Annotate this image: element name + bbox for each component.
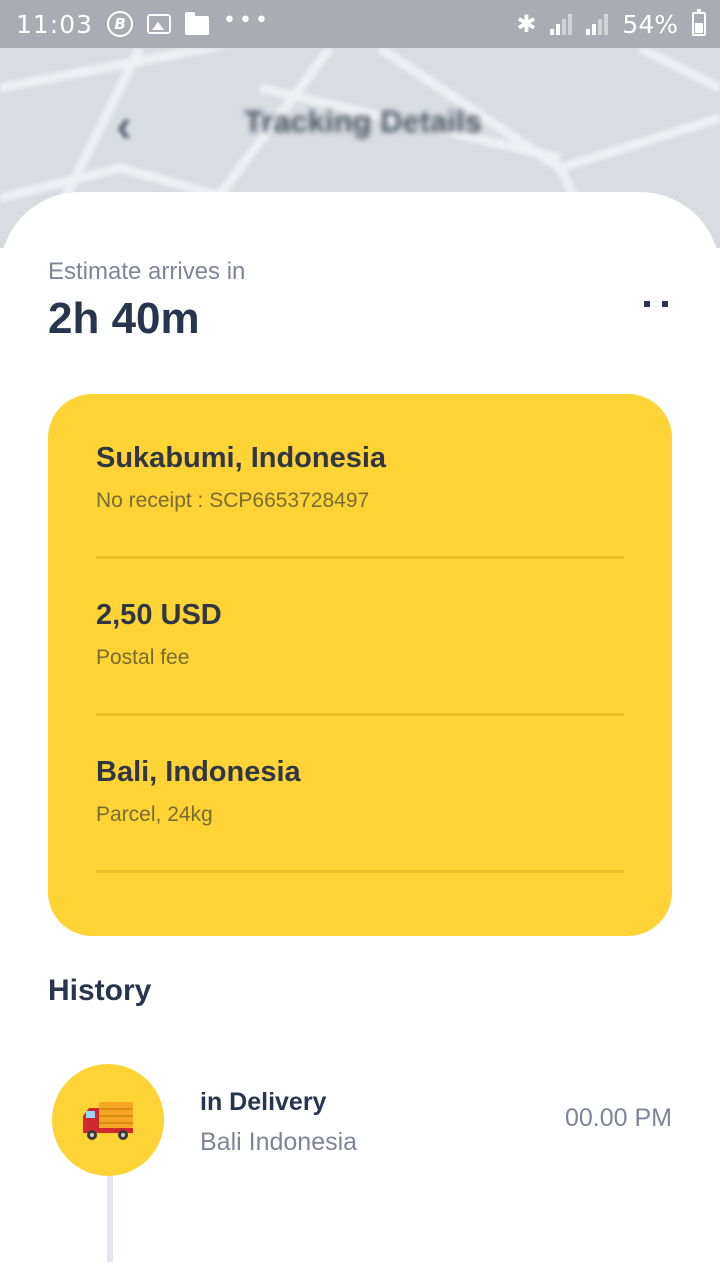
history-item-icon: [52, 1064, 164, 1176]
battery-percent: 54%: [622, 9, 678, 39]
tracking-details-screen: 11:03 B ••• ✱ 54% ‹ Tracking Details Est…: [0, 0, 720, 1280]
divider: [96, 870, 624, 873]
receipt-number: No receipt : SCP6653728497: [96, 489, 370, 512]
destination-row: Bali, Indonesia Parcel, 24kg: [96, 756, 624, 827]
signal-icon: [550, 13, 573, 35]
postal-fee-amount: 2,50 USD: [96, 599, 222, 631]
history-title: History: [48, 974, 152, 1007]
destination-location: Bali, Indonesia: [96, 756, 301, 788]
status-time: 11:03: [16, 9, 94, 39]
status-bar: 11:03 B ••• ✱ 54%: [0, 0, 720, 48]
gallery-icon: [147, 14, 172, 34]
origin-location: Sukabumi, Indonesia: [96, 442, 387, 474]
history-location: Bali Indonesia: [200, 1128, 358, 1156]
postal-fee-label: Postal fee: [96, 646, 190, 669]
timeline-line: [107, 1172, 113, 1262]
battery-icon: [692, 9, 706, 36]
history-time: 00.00 PM: [564, 1104, 672, 1132]
more-dots-icon: •••: [223, 7, 271, 33]
chevron-left-icon: ‹: [116, 99, 132, 151]
bitcoin-icon: B: [107, 11, 134, 37]
dot-icon: [644, 301, 650, 307]
page-title: Tracking Details: [244, 104, 482, 139]
signal-icon: [586, 13, 609, 35]
shipment-info-card: Sukabumi, Indonesia No receipt : SCP6653…: [48, 394, 672, 936]
more-options-button[interactable]: [644, 294, 676, 314]
history-status: in Delivery: [200, 1088, 327, 1116]
folder-icon: [185, 12, 210, 35]
back-button[interactable]: ‹: [104, 99, 144, 151]
delivery-truck-icon: [83, 1102, 133, 1140]
eta-label: Estimate arrives in: [48, 258, 246, 285]
details-sheet: Estimate arrives in 2h 40m Sukabumi, Ind…: [0, 192, 720, 1280]
origin-row: Sukabumi, Indonesia No receipt : SCP6653…: [96, 442, 624, 513]
bluetooth-icon: ✱: [516, 10, 537, 38]
dot-icon: [662, 301, 668, 307]
divider: [96, 713, 624, 716]
divider: [96, 556, 624, 559]
parcel-weight: Parcel, 24kg: [96, 803, 213, 826]
fee-row: 2,50 USD Postal fee: [96, 599, 624, 670]
eta-value: 2h 40m: [48, 294, 200, 343]
